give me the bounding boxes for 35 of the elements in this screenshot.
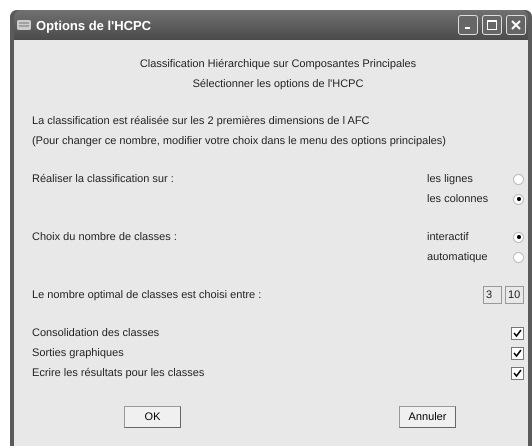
radio-button[interactable] [513, 174, 524, 184]
checkbox-label: Consolidation des classes [32, 327, 160, 339]
minimize-button[interactable] [458, 15, 478, 35]
radio-button[interactable] [513, 252, 524, 262]
window-title: Options de l'HCPC [36, 18, 152, 32]
dialog-heading: Classification Hiérarchique sur Composantes Principales [138, 57, 418, 72]
range-label: Le nombre optimal de classes est choisi entre : [32, 289, 262, 301]
checkbox-label: Ecrire les résultats pour les classes [32, 367, 204, 379]
option-label: les lignes [427, 173, 474, 185]
group-label: Choix du nombre de classes : [32, 231, 177, 243]
checkbox[interactable] [511, 346, 524, 360]
check-icon [513, 348, 522, 358]
app-icon [16, 18, 32, 32]
cancel-button[interactable]: Annuler [399, 406, 456, 428]
option-label: les colonnes [427, 193, 490, 205]
maximize-icon [487, 20, 497, 30]
dialog-heading: Sélectionner les options de l'HCPC [192, 77, 364, 92]
check-icon [513, 328, 522, 338]
ok-button[interactable]: OK [124, 406, 181, 428]
checkbox-label: Sorties graphiques [32, 347, 124, 359]
maximize-button[interactable] [482, 15, 502, 35]
check-icon [513, 368, 522, 378]
radio-button[interactable] [513, 194, 524, 204]
option-label: automatique [427, 251, 489, 263]
option-label: interactif [427, 231, 470, 243]
checkbox[interactable] [511, 326, 524, 340]
group-label: Réaliser la classification sur : [32, 173, 174, 185]
max-field[interactable]: 10 [505, 286, 524, 304]
radio-button[interactable] [513, 232, 524, 242]
close-button[interactable] [506, 15, 526, 35]
info-text: (Pour changer ce nombre, modifier votre choix dans le menu des options principales) [32, 134, 447, 149]
min-field[interactable]: 3 [483, 286, 502, 304]
close-icon [511, 20, 521, 30]
checkbox[interactable] [511, 366, 524, 380]
info-text: La classification est réalisée sur les 2 premières dimensions de l AFC [32, 114, 370, 129]
